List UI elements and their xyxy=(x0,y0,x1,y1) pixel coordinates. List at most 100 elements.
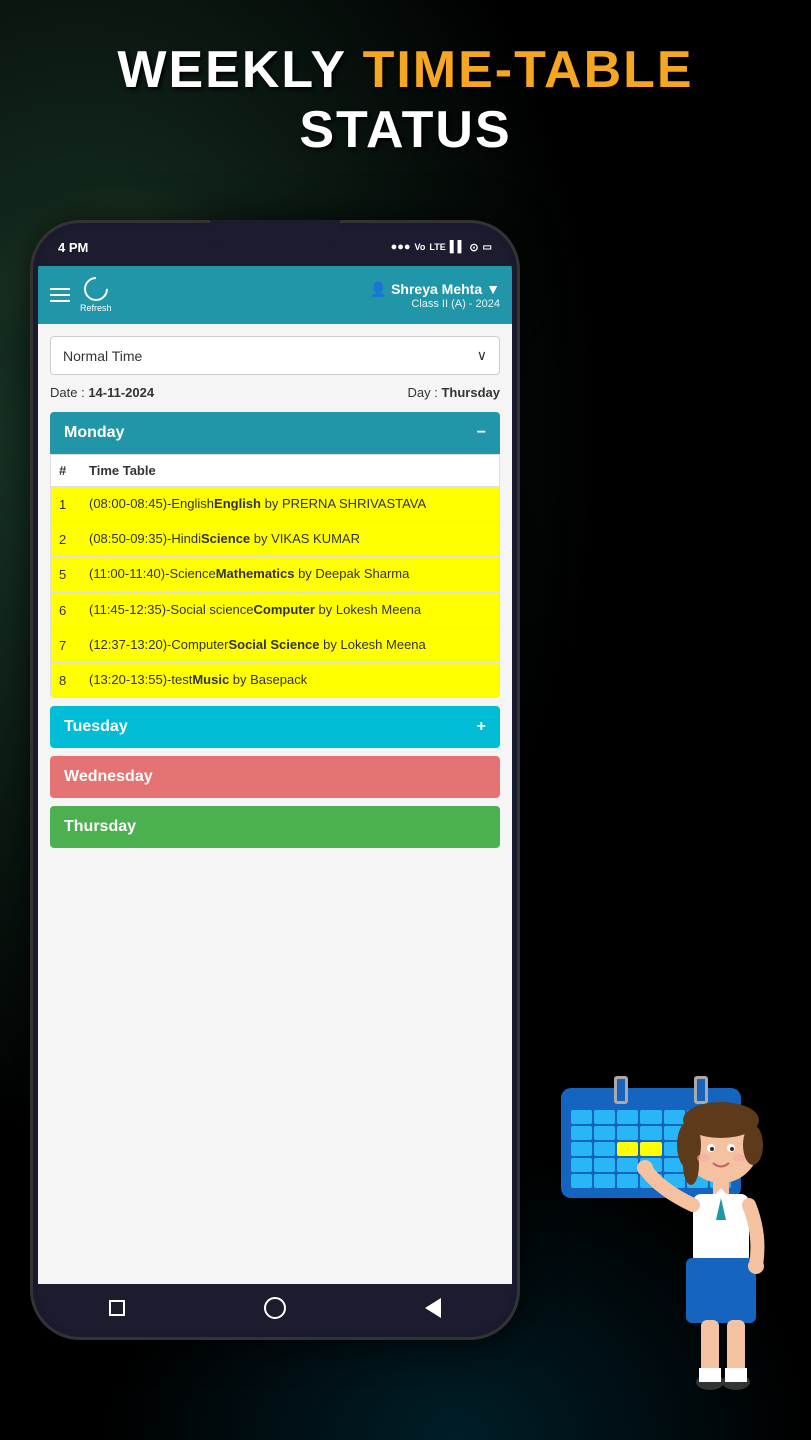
row-number: 8 xyxy=(59,671,89,688)
table-row: 6 (11:45-12:35)-Social scienceComputer b… xyxy=(51,593,499,628)
nav-home-button[interactable] xyxy=(261,1294,289,1322)
class-info-text: Class II (A) - 2024 xyxy=(370,298,500,310)
dropdown-row: Normal Time ∨ xyxy=(50,336,500,375)
character-figure xyxy=(631,1090,801,1410)
subject-teacher: by VIKAS KUMAR xyxy=(250,531,360,546)
refresh-label: Refresh xyxy=(80,303,112,313)
subject-prefix: (12:37-13:20)-Computer xyxy=(89,637,228,652)
wednesday-section: Wednesday xyxy=(50,756,500,798)
row-number: 5 xyxy=(59,565,89,582)
subject-prefix: (08:50-09:35)-Hindi xyxy=(89,531,201,546)
dropdown-chevron-icon: ∨ xyxy=(477,347,487,364)
menu-line xyxy=(50,300,70,302)
back-triangle-icon xyxy=(425,1298,441,1318)
subject-teacher: by Lokesh Meena xyxy=(315,602,421,617)
subject-prefix: (11:45-12:35)-Social science xyxy=(89,602,254,617)
lte-icon: LTE xyxy=(429,242,445,252)
monday-header[interactable]: Monday − xyxy=(50,412,500,454)
subject-prefix: (08:00-08:45)-English xyxy=(89,496,214,511)
date-value: 14-11-2024 xyxy=(88,385,154,400)
row-subject: (12:37-13:20)-ComputerSocial Science by … xyxy=(89,636,491,654)
subject-teacher: by PRERNA SHRIVASTAVA xyxy=(261,496,426,511)
subject-teacher: by Lokesh Meena xyxy=(320,637,426,652)
menu-line xyxy=(50,288,70,290)
col-subject-header: Time Table xyxy=(89,463,491,478)
nav-square-button[interactable] xyxy=(103,1294,131,1322)
title-timetable: TIME-TABLE xyxy=(363,41,694,99)
table-row: 1 (08:00-08:45)-EnglishEnglish by PRERNA… xyxy=(51,487,499,522)
dropdown-arrow-icon: ▼ xyxy=(486,281,500,297)
hamburger-menu[interactable] xyxy=(50,288,70,302)
square-icon xyxy=(109,1300,125,1316)
table-row: 2 (08:50-09:35)-HindiScience by VIKAS KU… xyxy=(51,522,499,557)
table-row: 8 (13:20-13:55)-testMusic by Basepack xyxy=(51,663,499,697)
home-circle-icon xyxy=(264,1297,286,1319)
date-display: Date : 14-11-2024 xyxy=(50,385,154,400)
monday-label: Monday xyxy=(64,424,124,442)
subject-name: Science xyxy=(201,531,250,546)
battery-icon: ▭ xyxy=(483,242,492,253)
row-number: 2 xyxy=(59,530,89,547)
user-name-text: Shreya Mehta xyxy=(391,281,482,297)
date-label: Date : xyxy=(50,385,85,400)
col-num-header: # xyxy=(59,463,89,478)
signal-icon: ●●● xyxy=(391,241,411,253)
tuesday-header[interactable]: Tuesday + xyxy=(50,706,500,748)
row-subject: (11:45-12:35)-Social scienceComputer by … xyxy=(89,601,491,619)
row-subject: (11:00-11:40)-ScienceMathematics by Deep… xyxy=(89,565,491,583)
tuesday-label: Tuesday xyxy=(64,718,128,736)
tuesday-toggle-icon: + xyxy=(477,718,486,736)
day-label: Day : xyxy=(408,385,438,400)
thursday-label: Thursday xyxy=(64,818,136,836)
thursday-section: Thursday xyxy=(50,806,500,848)
subject-prefix: (11:00-11:40)-Science xyxy=(89,566,216,581)
bottom-navigation xyxy=(38,1284,512,1332)
refresh-button[interactable]: Refresh xyxy=(80,277,112,313)
bars-icon: ▌▌ xyxy=(450,241,466,253)
monday-timetable: # Time Table 1 (08:00-08:45)-EnglishEngl… xyxy=(50,454,500,698)
row-number: 1 xyxy=(59,495,89,512)
table-row: 5 (11:00-11:40)-ScienceMathematics by De… xyxy=(51,557,499,592)
row-number: 6 xyxy=(59,601,89,618)
subject-teacher: by Basepack xyxy=(229,672,307,687)
row-number: 7 xyxy=(59,636,89,653)
title-area: WEEKLY TIME-TABLE STATUS xyxy=(0,40,811,160)
status-time: 4 PM xyxy=(58,240,88,255)
app-header: Refresh 👤 Shreya Mehta ▼ Class II (A) - … xyxy=(38,266,512,324)
thursday-header[interactable]: Thursday xyxy=(50,806,500,848)
subject-prefix: (13:20-13:55)-test xyxy=(89,672,192,687)
nav-back-button[interactable] xyxy=(419,1294,447,1322)
wednesday-label: Wednesday xyxy=(64,768,153,786)
row-subject: (08:50-09:35)-HindiScience by VIKAS KUMA… xyxy=(89,530,491,548)
table-row: 7 (12:37-13:20)-ComputerSocial Science b… xyxy=(51,628,499,663)
subject-name: Music xyxy=(192,672,229,687)
row-subject: (13:20-13:55)-testMusic by Basepack xyxy=(89,671,491,689)
timetable-header: # Time Table xyxy=(51,455,499,487)
dropdown-selected-value: Normal Time xyxy=(63,348,142,364)
phone-notch xyxy=(210,220,340,248)
user-info: 👤 Shreya Mehta ▼ Class II (A) - 2024 xyxy=(370,281,500,310)
day-display: Day : Thursday xyxy=(408,385,500,400)
subject-name: Computer xyxy=(254,602,315,617)
date-info-row: Date : 14-11-2024 Day : Thursday xyxy=(50,385,500,400)
wifi-icon: ⊙ xyxy=(469,241,478,254)
title-status: STATUS xyxy=(0,100,811,160)
refresh-icon xyxy=(79,272,113,306)
title-weekly: WEEKLY xyxy=(117,41,362,99)
subject-name: Social Science xyxy=(228,637,319,652)
time-type-dropdown[interactable]: Normal Time ∨ xyxy=(50,336,500,375)
screen-content: Normal Time ∨ Date : 14-11-2024 Day : Th… xyxy=(38,324,512,1284)
row-subject: (08:00-08:45)-EnglishEnglish by PRERNA S… xyxy=(89,495,491,513)
volte-icon: Vo xyxy=(415,242,426,252)
wednesday-header[interactable]: Wednesday xyxy=(50,756,500,798)
monday-section: Monday − # Time Table 1 (08:00-08:45)-En… xyxy=(50,412,500,698)
subject-name: English xyxy=(214,496,261,511)
user-icon: 👤 xyxy=(370,281,387,298)
status-icons: ●●● Vo LTE ▌▌ ⊙ ▭ xyxy=(391,241,492,254)
menu-line xyxy=(50,294,70,296)
subject-name: Mathematics xyxy=(216,566,295,581)
subject-teacher: by Deepak Sharma xyxy=(294,566,409,581)
user-name-display: 👤 Shreya Mehta ▼ xyxy=(370,281,500,298)
tuesday-section: Tuesday + xyxy=(50,706,500,748)
phone-device: 4 PM ●●● Vo LTE ▌▌ ⊙ ▭ Refresh xyxy=(30,220,520,1340)
